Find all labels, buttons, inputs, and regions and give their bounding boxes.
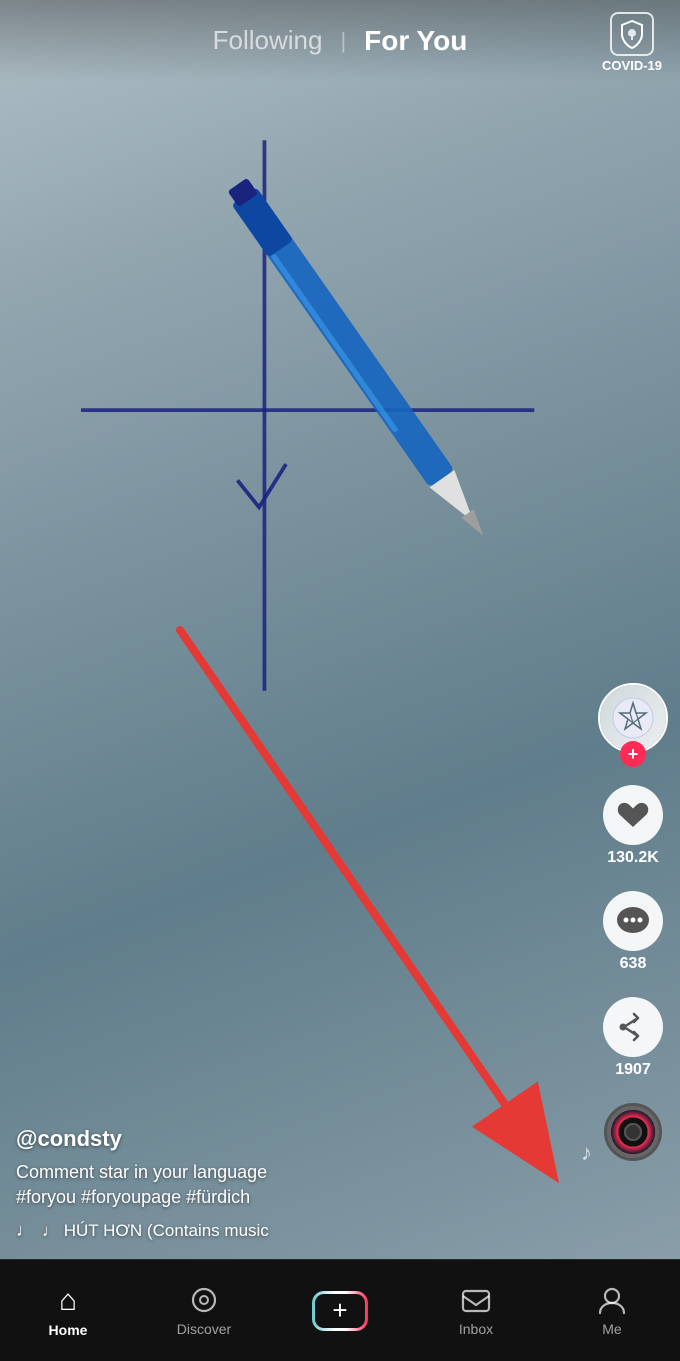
me-label: Me bbox=[602, 1321, 621, 1337]
music-title: ♩ HÚT HƠN (Contains music bbox=[42, 1221, 269, 1241]
comment-button[interactable]: 638 bbox=[603, 891, 663, 973]
nav-home[interactable]: ⌂ Home bbox=[0, 1284, 136, 1338]
music-disc[interactable] bbox=[604, 1103, 662, 1161]
nav-me[interactable]: Me bbox=[544, 1285, 680, 1337]
inbox-icon bbox=[460, 1285, 492, 1317]
discover-label: Discover bbox=[177, 1321, 231, 1337]
header-separator: | bbox=[340, 28, 346, 54]
covid-shield-icon bbox=[610, 12, 654, 56]
nav-inbox[interactable]: Inbox bbox=[408, 1285, 544, 1337]
inbox-label: Inbox bbox=[459, 1321, 493, 1337]
header: Following | For You COVID-19 bbox=[0, 0, 680, 81]
nav-discover[interactable]: Discover bbox=[136, 1285, 272, 1337]
music-note-icon: ♩ bbox=[16, 1220, 34, 1241]
like-count: 130.2K bbox=[607, 849, 659, 867]
bottom-nav: ⌂ Home Discover + Inbox Me bbox=[0, 1259, 680, 1361]
me-icon bbox=[596, 1285, 628, 1317]
share-count: 1907 bbox=[615, 1061, 651, 1079]
create-button[interactable]: + bbox=[312, 1291, 368, 1331]
right-actions-panel: + 130.2K 638 bbox=[598, 683, 668, 1161]
comment-icon bbox=[603, 891, 663, 951]
covid-label: COVID-19 bbox=[602, 58, 662, 73]
home-icon: ⌂ bbox=[59, 1284, 77, 1318]
music-disc-icon bbox=[604, 1103, 662, 1161]
discover-icon bbox=[188, 1285, 220, 1317]
covid-button[interactable]: COVID-19 bbox=[602, 12, 662, 73]
video-description: Comment star in your language#foryou #fo… bbox=[16, 1160, 560, 1210]
foryou-tab[interactable]: For You bbox=[364, 25, 467, 57]
creator-username[interactable]: @condsty bbox=[16, 1126, 560, 1152]
nav-create[interactable]: + bbox=[272, 1291, 408, 1331]
like-button[interactable]: 130.2K bbox=[603, 785, 663, 867]
heart-icon bbox=[603, 785, 663, 845]
music-note-float: ♪ bbox=[581, 1140, 592, 1166]
video-info: @condsty Comment star in your language#f… bbox=[16, 1126, 560, 1241]
share-icon bbox=[603, 997, 663, 1057]
follow-button[interactable]: + bbox=[620, 741, 646, 767]
plus-icon: + bbox=[315, 1294, 365, 1328]
avatar-container: + bbox=[598, 683, 668, 753]
following-tab[interactable]: Following bbox=[213, 25, 323, 56]
home-label: Home bbox=[49, 1322, 88, 1338]
creator-profile[interactable]: + bbox=[598, 683, 668, 761]
comment-count: 638 bbox=[620, 955, 647, 973]
share-button[interactable]: 1907 bbox=[603, 997, 663, 1079]
music-info[interactable]: ♩ ♩ HÚT HƠN (Contains music bbox=[16, 1220, 560, 1241]
